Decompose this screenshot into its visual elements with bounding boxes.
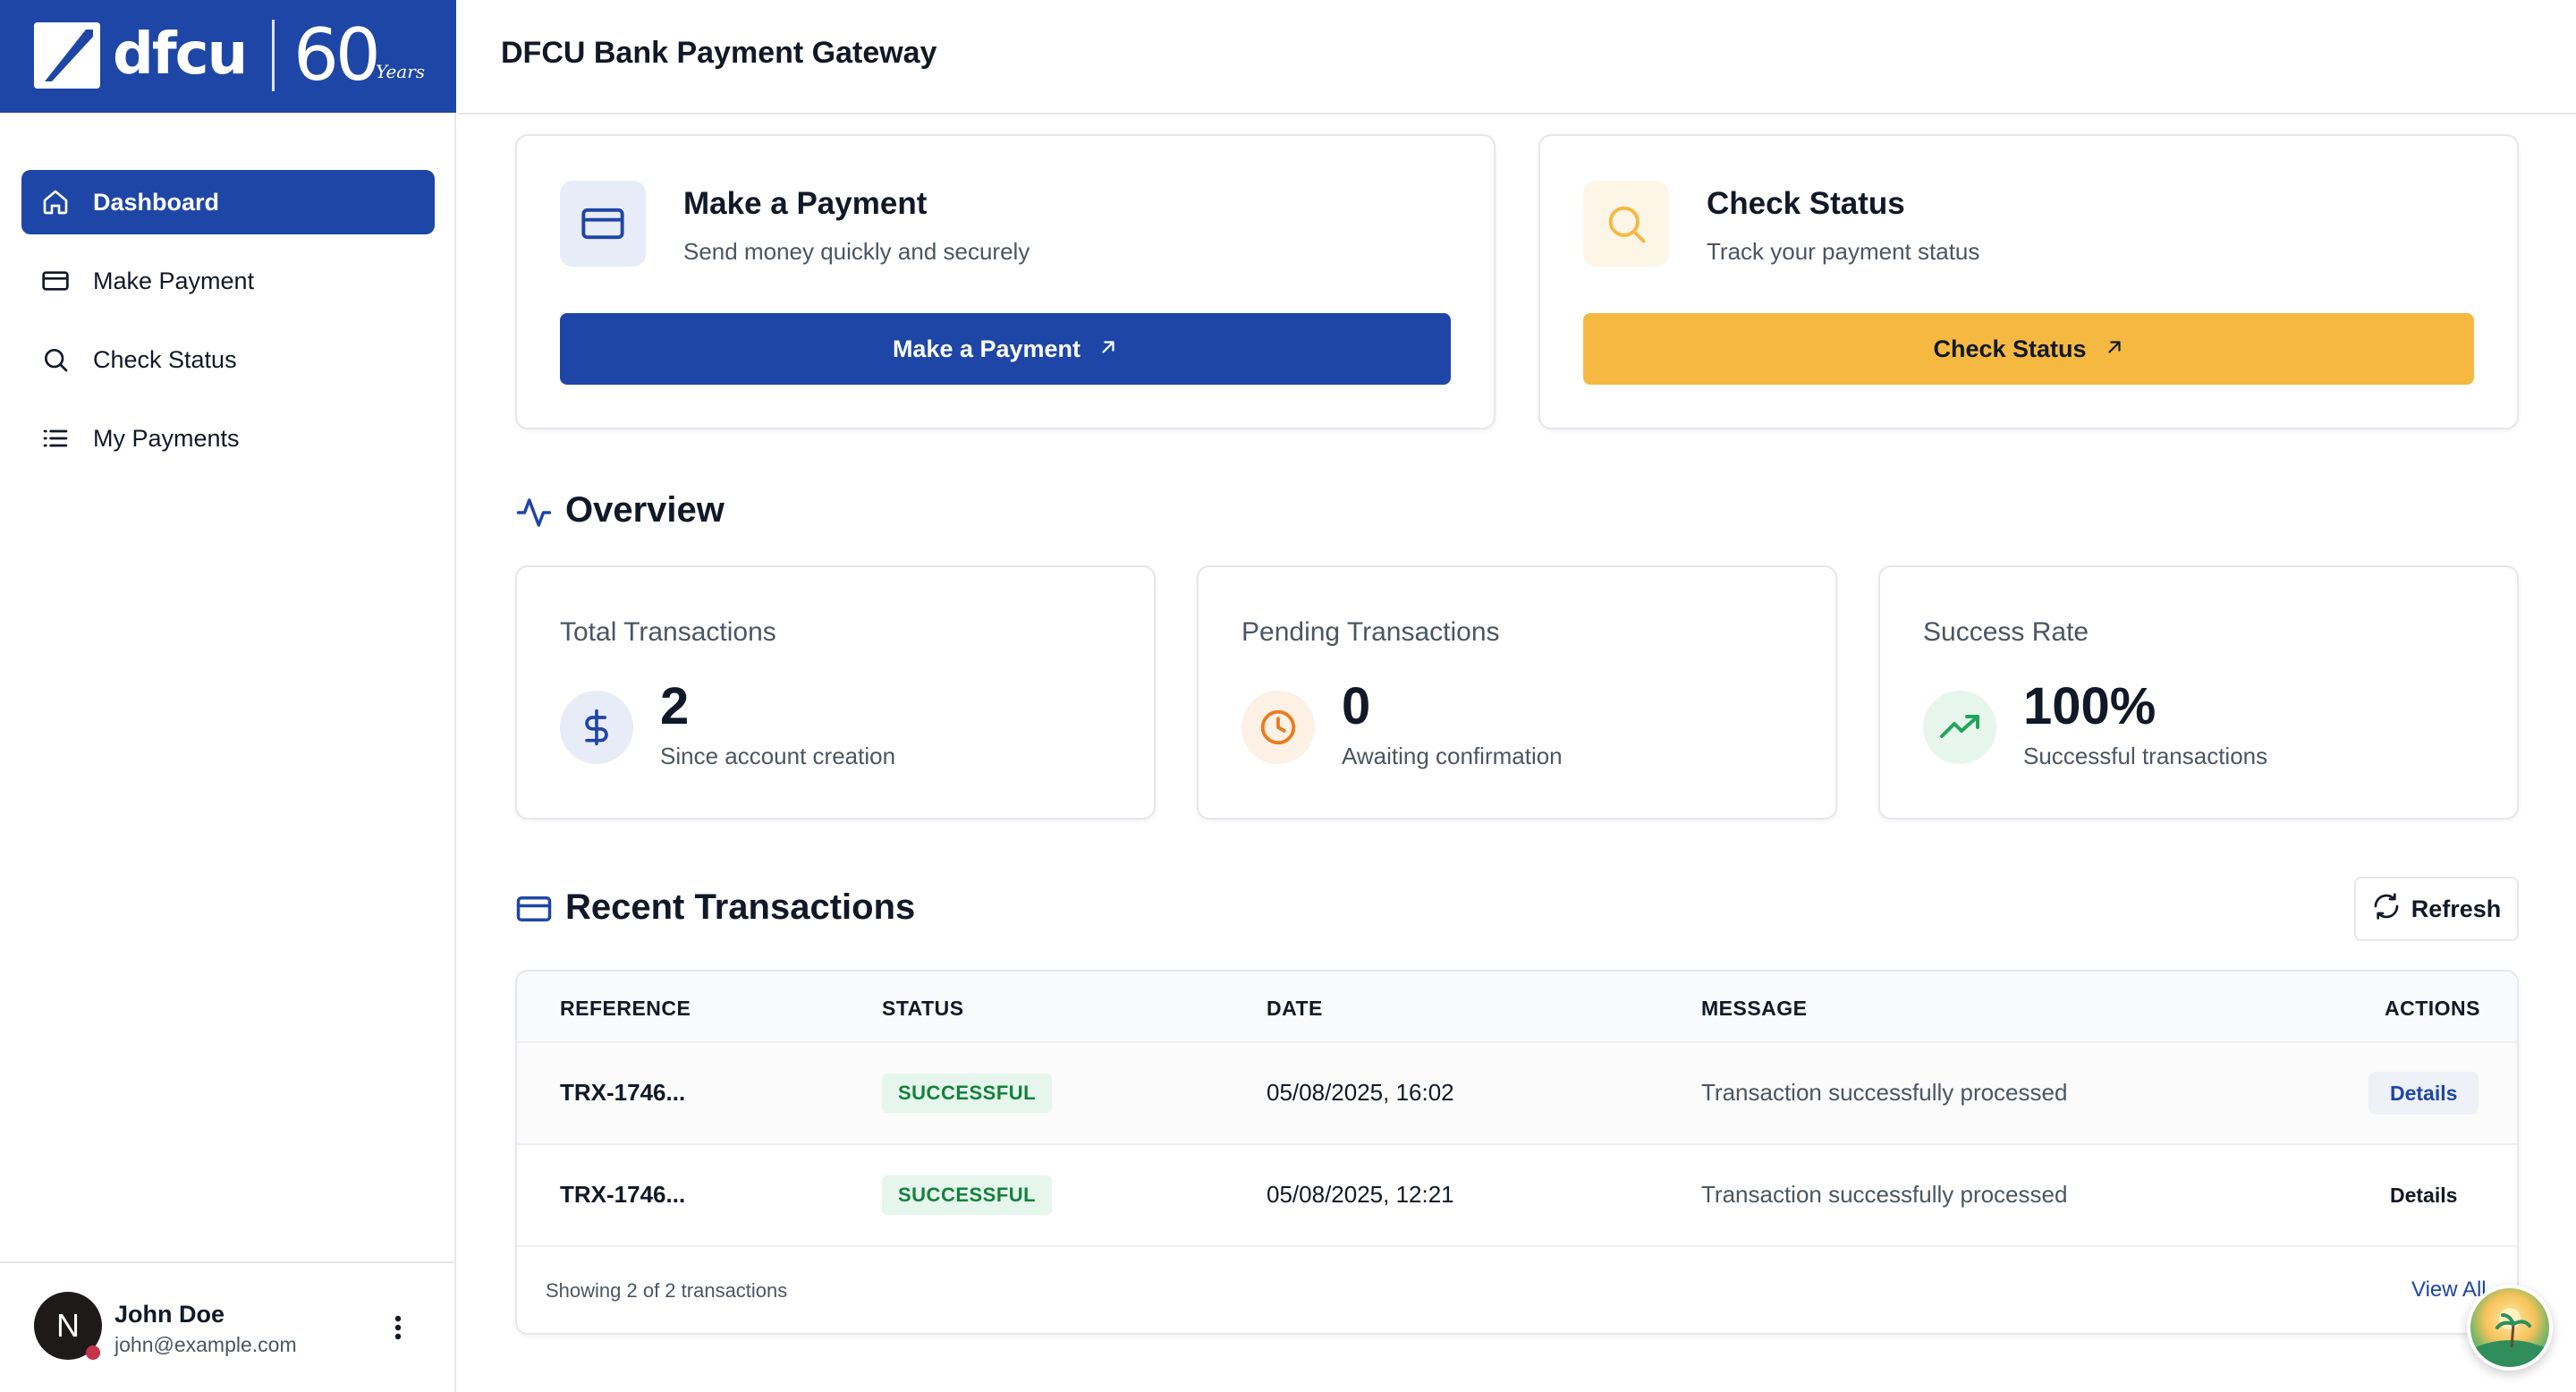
- cell-reference: TRX-1746...: [560, 1181, 686, 1208]
- page-title: DFCU Bank Payment Gateway: [501, 36, 937, 70]
- list-icon: [41, 424, 70, 453]
- refresh-label: Refresh: [2411, 895, 2502, 922]
- status-badge: SUCCESSFUL: [882, 1074, 1053, 1113]
- floating-assistant-avatar[interactable]: [2467, 1285, 2553, 1371]
- clock-icon: [1241, 691, 1315, 764]
- sidebar-nav: Dashboard Make Payment Check Status My P…: [21, 170, 435, 485]
- card-subtitle: Send money quickly and securely: [683, 238, 1030, 265]
- brand-logo[interactable]: dfcu 60 Years: [0, 0, 456, 113]
- dollar-icon: [560, 691, 633, 764]
- sidebar: dfcu 60 Years Dashboard Make Payment Che…: [0, 0, 456, 1392]
- logo-divider: [272, 20, 275, 91]
- search-icon: [41, 345, 70, 374]
- card-subtitle: Track your payment status: [1707, 238, 1980, 265]
- column-header-message: MESSAGE: [1701, 997, 1808, 1020]
- cell-message: Transaction successfully processed: [1701, 1181, 2068, 1208]
- stat-label: Success Rate: [1923, 617, 2089, 647]
- details-button[interactable]: Details: [2368, 1072, 2479, 1115]
- stat-value: 100%: [2023, 677, 2157, 735]
- overview-title: Overview: [565, 490, 724, 530]
- column-header-reference: REFERENCE: [560, 997, 691, 1020]
- cell-date: 05/08/2025, 16:02: [1267, 1079, 1454, 1106]
- credit-card-icon: [515, 890, 553, 928]
- user-email: john@example.com: [114, 1333, 297, 1356]
- activity-icon: [515, 494, 553, 531]
- home-icon: [41, 188, 70, 216]
- logo-text: dfcu: [113, 21, 248, 88]
- stat-card-pending: Pending Transactions 0 Awaiting confirma…: [1197, 565, 1837, 819]
- anniversary-word: Years: [376, 61, 426, 82]
- credit-card-icon: [560, 181, 646, 267]
- sidebar-item-make-payment[interactable]: Make Payment: [21, 249, 435, 313]
- app-window: dfcu 60 Years Dashboard Make Payment Che…: [0, 0, 2576, 1392]
- arrow-up-right-icon: [1098, 335, 1118, 363]
- stat-subtext: Successful transactions: [2023, 743, 2268, 769]
- stat-value: 0: [1342, 677, 1371, 735]
- table-header: REFERENCE STATUS DATE MESSAGE ACTIONS: [517, 972, 2517, 1043]
- table-footer-summary: Showing 2 of 2 transactions: [546, 1279, 788, 1302]
- stat-value: 2: [660, 677, 690, 735]
- card-title: Make a Payment: [683, 186, 928, 221]
- make-payment-button[interactable]: Make a Payment: [560, 313, 1451, 385]
- stat-label: Total Transactions: [560, 617, 776, 647]
- cell-message: Transaction successfully processed: [1701, 1079, 2068, 1106]
- recent-transactions-title: Recent Transactions: [565, 887, 916, 927]
- card-title: Check Status: [1707, 186, 1905, 221]
- details-button[interactable]: Details: [2368, 1174, 2479, 1217]
- user-profile: N John Doe john@example.com: [0, 1261, 456, 1392]
- sidebar-item-dashboard[interactable]: Dashboard: [21, 170, 435, 234]
- cell-date: 05/08/2025, 12:21: [1267, 1181, 1454, 1208]
- arrow-up-right-icon: [2105, 335, 2124, 363]
- avatar-status-dot: [86, 1345, 100, 1360]
- anniversary-number: 60: [293, 13, 381, 97]
- more-vertical-icon[interactable]: [385, 1310, 411, 1345]
- stat-label: Pending Transactions: [1241, 617, 1500, 647]
- top-bar: DFCU Bank Payment Gateway: [458, 0, 2576, 115]
- sidebar-item-my-payments[interactable]: My Payments: [21, 406, 435, 471]
- sidebar-item-label: Check Status: [93, 345, 237, 373]
- stat-subtext: Since account creation: [660, 743, 896, 769]
- column-header-actions: ACTIONS: [2385, 997, 2480, 1020]
- column-header-date: DATE: [1267, 997, 1323, 1020]
- dfcu-logo-mark-icon: [34, 22, 100, 89]
- check-status-card: Check Status Track your payment status C…: [1538, 134, 2519, 429]
- button-label: Make a Payment: [892, 335, 1081, 362]
- cell-reference: TRX-1746...: [560, 1079, 686, 1106]
- column-header-status: STATUS: [882, 997, 964, 1020]
- stat-card-success-rate: Success Rate 100% Successful transaction…: [1878, 565, 2519, 819]
- button-label: Check Status: [1933, 335, 2087, 362]
- status-badge: SUCCESSFUL: [882, 1176, 1053, 1215]
- refresh-icon: [2372, 892, 2401, 927]
- sidebar-item-check-status[interactable]: Check Status: [21, 327, 435, 392]
- sidebar-item-label: Dashboard: [93, 188, 220, 216]
- sidebar-item-label: Make Payment: [93, 267, 255, 294]
- table-row[interactable]: TRX-1746... SUCCESSFUL 05/08/2025, 16:02…: [517, 1043, 2517, 1145]
- user-name: John Doe: [114, 1301, 225, 1328]
- transactions-table: REFERENCE STATUS DATE MESSAGE ACTIONS TR…: [515, 970, 2519, 1335]
- stat-card-total: Total Transactions 2 Since account creat…: [515, 565, 1156, 819]
- stat-subtext: Awaiting confirmation: [1342, 743, 1563, 769]
- search-icon: [1583, 181, 1669, 267]
- credit-card-icon: [41, 267, 70, 295]
- table-row[interactable]: TRX-1746... SUCCESSFUL 05/08/2025, 12:21…: [517, 1145, 2517, 1247]
- check-status-button[interactable]: Check Status: [1583, 313, 2474, 385]
- make-payment-card: Make a Payment Send money quickly and se…: [515, 134, 1496, 429]
- sidebar-item-label: My Payments: [93, 424, 240, 452]
- refresh-button[interactable]: Refresh: [2354, 877, 2519, 941]
- view-all-link[interactable]: View All: [2411, 1277, 2487, 1303]
- trending-up-icon: [1923, 691, 1996, 764]
